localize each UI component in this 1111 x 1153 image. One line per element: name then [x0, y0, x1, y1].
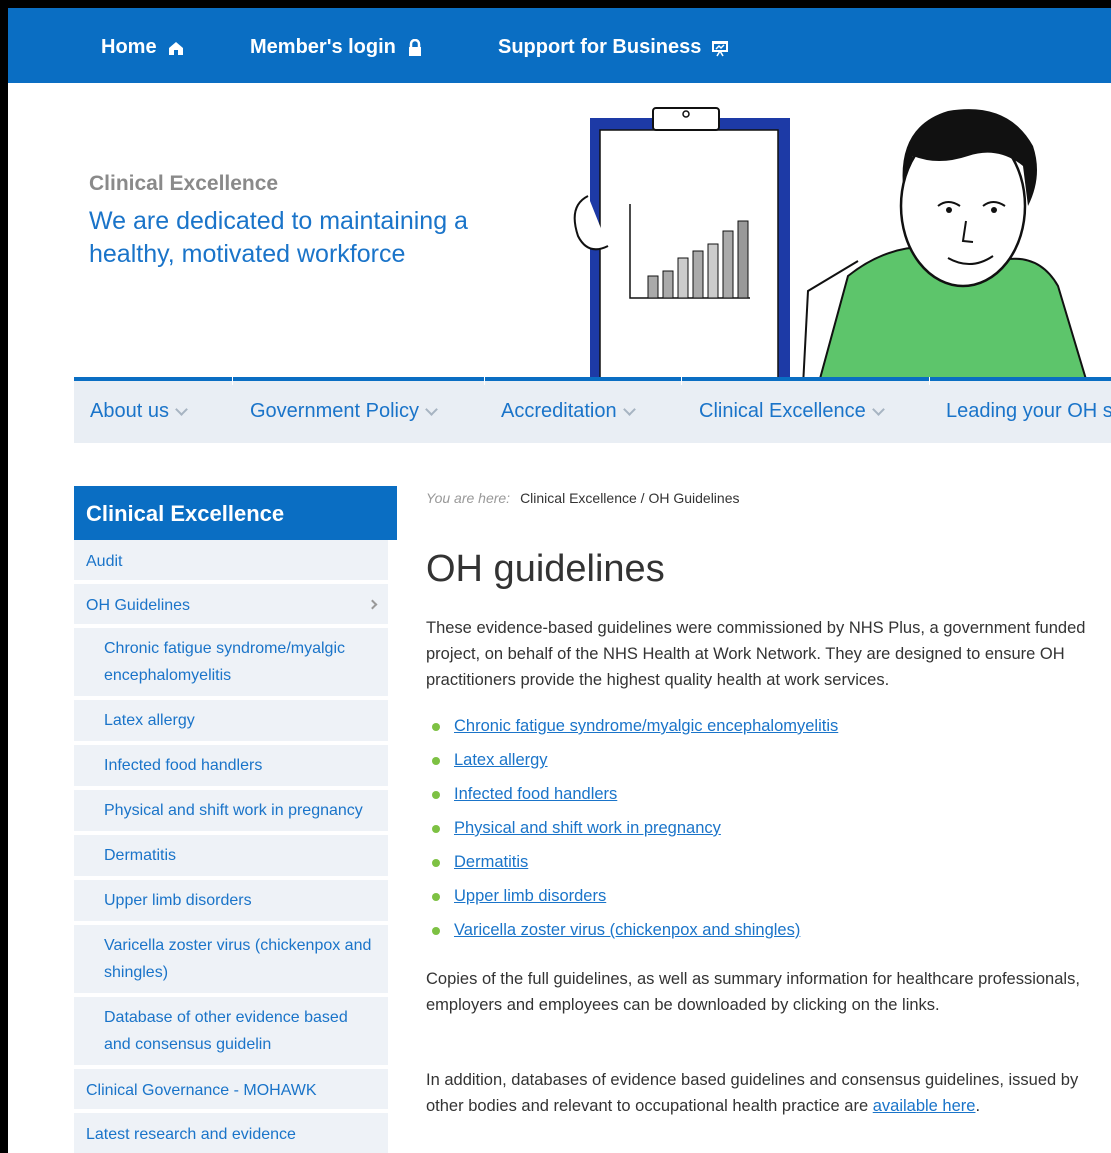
member-login-link[interactable]: Member's login [250, 36, 424, 59]
available-here-link[interactable]: available here [873, 1097, 976, 1115]
breadcrumb-label: You are here: [426, 490, 511, 506]
breadcrumb-path: Clinical Excellence / OH Guidelines [520, 490, 740, 506]
sidebar-subitem-varicella[interactable]: Varicella zoster virus (chickenpox and s… [74, 925, 388, 997]
sidebar-item-label: Clinical Governance - MOHAWK [86, 1082, 317, 1099]
nav-label: About us [90, 400, 169, 422]
presentation-board-icon [711, 39, 729, 57]
sidebar-item-audit[interactable]: Audit [74, 540, 388, 584]
sidebar-subitem-latex-allergy[interactable]: Latex allergy [74, 700, 388, 745]
sidebar-item-latest-research[interactable]: Latest research and evidence [74, 1113, 388, 1153]
sidebar-item-label: Physical and shift work in pregnancy [104, 802, 363, 819]
sidebar-item-label: Chronic fatigue syndrome/myalgic encepha… [104, 640, 345, 684]
nav-divider [681, 377, 682, 385]
guideline-link[interactable]: Varicella zoster virus (chickenpox and s… [454, 921, 800, 939]
sidebar-title: Clinical Excellence [74, 486, 397, 540]
list-item: Infected food handlers [426, 781, 838, 815]
sidebar-subitem-infected-food-handlers[interactable]: Infected food handlers [74, 745, 388, 790]
home-icon [167, 39, 185, 57]
copies-paragraph: Copies of the full guidelines, as well a… [426, 970, 1080, 1014]
list-item: Latex allergy [426, 747, 838, 781]
nav-label: Leading your OH s [946, 400, 1111, 422]
header-kicker: Clinical Excellence [89, 172, 279, 195]
support-label: Support for Business [498, 36, 702, 58]
nav-divider [929, 377, 930, 385]
guideline-link[interactable]: Upper limb disorders [454, 887, 606, 905]
home-link[interactable]: Home [101, 36, 185, 59]
guideline-links: Chronic fatigue syndrome/myalgic encepha… [426, 713, 838, 951]
list-item: Physical and shift work in pregnancy [426, 815, 838, 849]
sidebar-subitem-upper-limb[interactable]: Upper limb disorders [74, 880, 388, 925]
list-item: Chronic fatigue syndrome/myalgic encepha… [426, 713, 838, 747]
sidebar-item-label: Audit [86, 553, 123, 570]
guideline-link[interactable]: Dermatitis [454, 853, 528, 871]
page: Home Member's login Support for Business… [8, 8, 1111, 1153]
sidebar-menu: Audit OH Guidelines Chronic fatigue synd… [74, 540, 388, 1153]
nav-label: Clinical Excellence [699, 400, 866, 422]
guideline-link[interactable]: Latex allergy [454, 751, 548, 769]
lock-icon [406, 38, 424, 57]
home-label: Home [101, 36, 157, 58]
sidebar-item-label: Varicella zoster virus (chickenpox and s… [104, 937, 372, 981]
list-item: Dermatitis [426, 849, 838, 883]
list-item: Varicella zoster virus (chickenpox and s… [426, 917, 838, 951]
chevron-down-icon [871, 402, 885, 416]
nav-leading-your-oh[interactable]: Leading your OH s [946, 400, 1111, 423]
nav-about-us[interactable]: About us [90, 400, 188, 423]
intro-paragraph: These evidence-based guidelines were com… [426, 619, 1086, 689]
page-title: OH guidelines [426, 548, 665, 590]
header-illustration [568, 86, 1111, 387]
breadcrumb: You are here: Clinical Excellence / OH Gu… [426, 490, 740, 506]
sidebar-item-label: OH Guidelines [86, 597, 191, 614]
nav-clinical-excellence[interactable]: Clinical Excellence [699, 400, 885, 423]
nav-label: Government Policy [250, 400, 419, 422]
chevron-down-icon [425, 402, 438, 416]
nav-divider [232, 377, 233, 385]
sidebar-item-label: Database of other evidence based and con… [104, 1009, 348, 1053]
sidebar-item-clinical-governance[interactable]: Clinical Governance - MOHAWK [74, 1069, 388, 1113]
sidebar-item-label: Latest research and evidence [86, 1126, 296, 1143]
login-label: Member's login [250, 36, 396, 58]
support-business-link[interactable]: Support for Business [498, 36, 729, 59]
sidebar-subitem-dermatitis[interactable]: Dermatitis [74, 835, 388, 880]
nav-label: Accreditation [501, 400, 617, 422]
top-bar: Home Member's login Support for Business [8, 8, 1111, 83]
sidebar-subitem-database[interactable]: Database of other evidence based and con… [74, 997, 388, 1069]
chevron-down-icon [175, 402, 188, 416]
sidebar-item-label: Dermatitis [104, 847, 177, 864]
sidebar-subitem-shift-work-pregnancy[interactable]: Physical and shift work in pregnancy [74, 790, 388, 835]
main-nav: About us Government Policy Accreditation… [74, 377, 1111, 443]
header-tagline: We are dedicated to maintaining a health… [89, 207, 468, 268]
nav-accreditation[interactable]: Accreditation [501, 400, 636, 423]
nav-government-policy[interactable]: Government Policy [250, 400, 438, 423]
sidebar-item-label: Latex allergy [104, 712, 195, 729]
nav-divider [484, 377, 485, 385]
chevron-down-icon [622, 402, 636, 416]
list-item: Upper limb disorders [426, 883, 838, 917]
guideline-link[interactable]: Physical and shift work in pregnancy [454, 819, 721, 837]
chevron-right-icon [367, 599, 378, 610]
sidebar-subitem-chronic-fatigue[interactable]: Chronic fatigue syndrome/myalgic encepha… [74, 628, 388, 700]
sidebar-item-oh-guidelines[interactable]: OH Guidelines [74, 584, 388, 628]
guideline-link[interactable]: Chronic fatigue syndrome/myalgic encepha… [454, 717, 838, 735]
addition-end: . [975, 1097, 981, 1115]
guideline-link[interactable]: Infected food handlers [454, 785, 617, 803]
addition-paragraph: In addition, databases of evidence based… [426, 1067, 1096, 1119]
addition-text: In addition, databases of evidence based… [426, 1071, 1079, 1115]
sidebar-item-label: Infected food handlers [104, 757, 263, 774]
sidebar-item-label: Upper limb disorders [104, 892, 252, 909]
